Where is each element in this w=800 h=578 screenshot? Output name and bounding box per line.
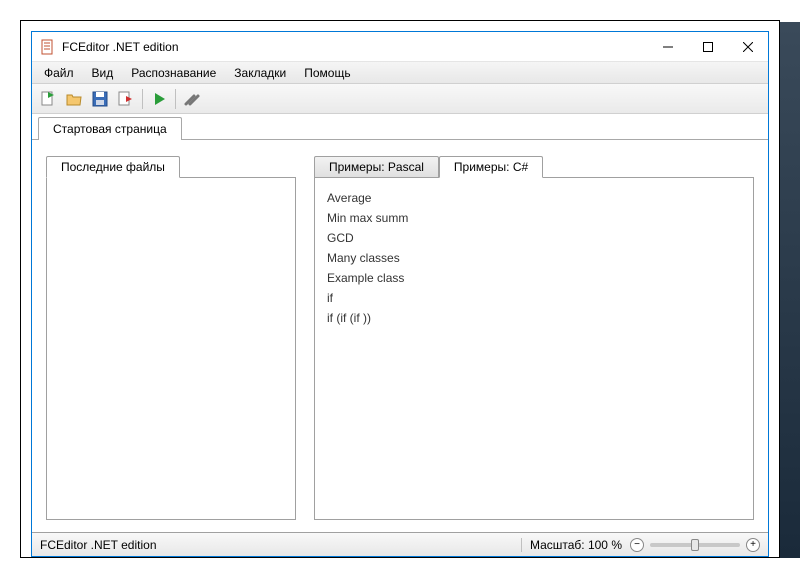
zoom-out-button[interactable]: − [630,538,644,552]
maximize-button[interactable] [688,32,728,61]
tab-recent-files[interactable]: Последние файлы [46,156,180,178]
run-icon[interactable] [147,87,171,111]
status-app-label: FCEditor .NET edition [40,538,157,552]
menu-view[interactable]: Вид [84,64,122,82]
tab-start-page[interactable]: Стартовая страница [38,117,182,140]
zoom-slider-track[interactable] [650,543,740,547]
save-icon[interactable] [88,87,112,111]
recent-files-panel [46,177,296,520]
toolbar-separator [142,89,143,109]
example-item[interactable]: if (if (if )) [327,308,741,328]
toolbar [32,84,768,114]
example-item[interactable]: Average [327,188,741,208]
example-item[interactable]: Example class [327,268,741,288]
menu-file[interactable]: Файл [36,64,82,82]
tab-examples-pascal[interactable]: Примеры: Pascal [314,156,439,178]
zoom-slider-thumb[interactable] [691,539,699,551]
example-item[interactable]: GCD [327,228,741,248]
examples-panel: Average Min max summ GCD Many classes Ex… [314,177,754,520]
menu-help[interactable]: Помощь [296,64,358,82]
close-button[interactable] [728,32,768,61]
recent-files-tabstrip: Последние файлы [46,152,296,177]
titlebar: FCEditor .NET edition [32,32,768,62]
menu-recognition[interactable]: Распознавание [123,64,224,82]
settings-icon[interactable] [180,87,204,111]
example-item[interactable]: if [327,288,741,308]
open-folder-icon[interactable] [62,87,86,111]
menu-bookmarks[interactable]: Закладки [226,64,294,82]
toolbar-separator [175,89,176,109]
app-icon [40,39,56,55]
zoom-slider: − + [630,538,760,552]
window-title: FCEditor .NET edition [62,40,648,54]
example-item[interactable]: Min max summ [327,208,741,228]
content-area: Последние файлы Примеры: Pascal Примеры:… [32,140,768,532]
zoom-label: Масштаб: 100 % [521,538,622,552]
desktop-background-strip [780,22,800,558]
examples-tabstrip: Примеры: Pascal Примеры: C# [314,152,754,177]
minimize-button[interactable] [648,32,688,61]
main-tabstrip: Стартовая страница [32,114,768,140]
example-item[interactable]: Many classes [327,248,741,268]
statusbar: FCEditor .NET edition Масштаб: 100 % − + [32,532,768,556]
export-icon[interactable] [114,87,138,111]
new-file-icon[interactable] [36,87,60,111]
menubar: Файл Вид Распознавание Закладки Помощь [32,62,768,84]
tab-examples-csharp[interactable]: Примеры: C# [439,156,543,178]
zoom-in-button[interactable]: + [746,538,760,552]
